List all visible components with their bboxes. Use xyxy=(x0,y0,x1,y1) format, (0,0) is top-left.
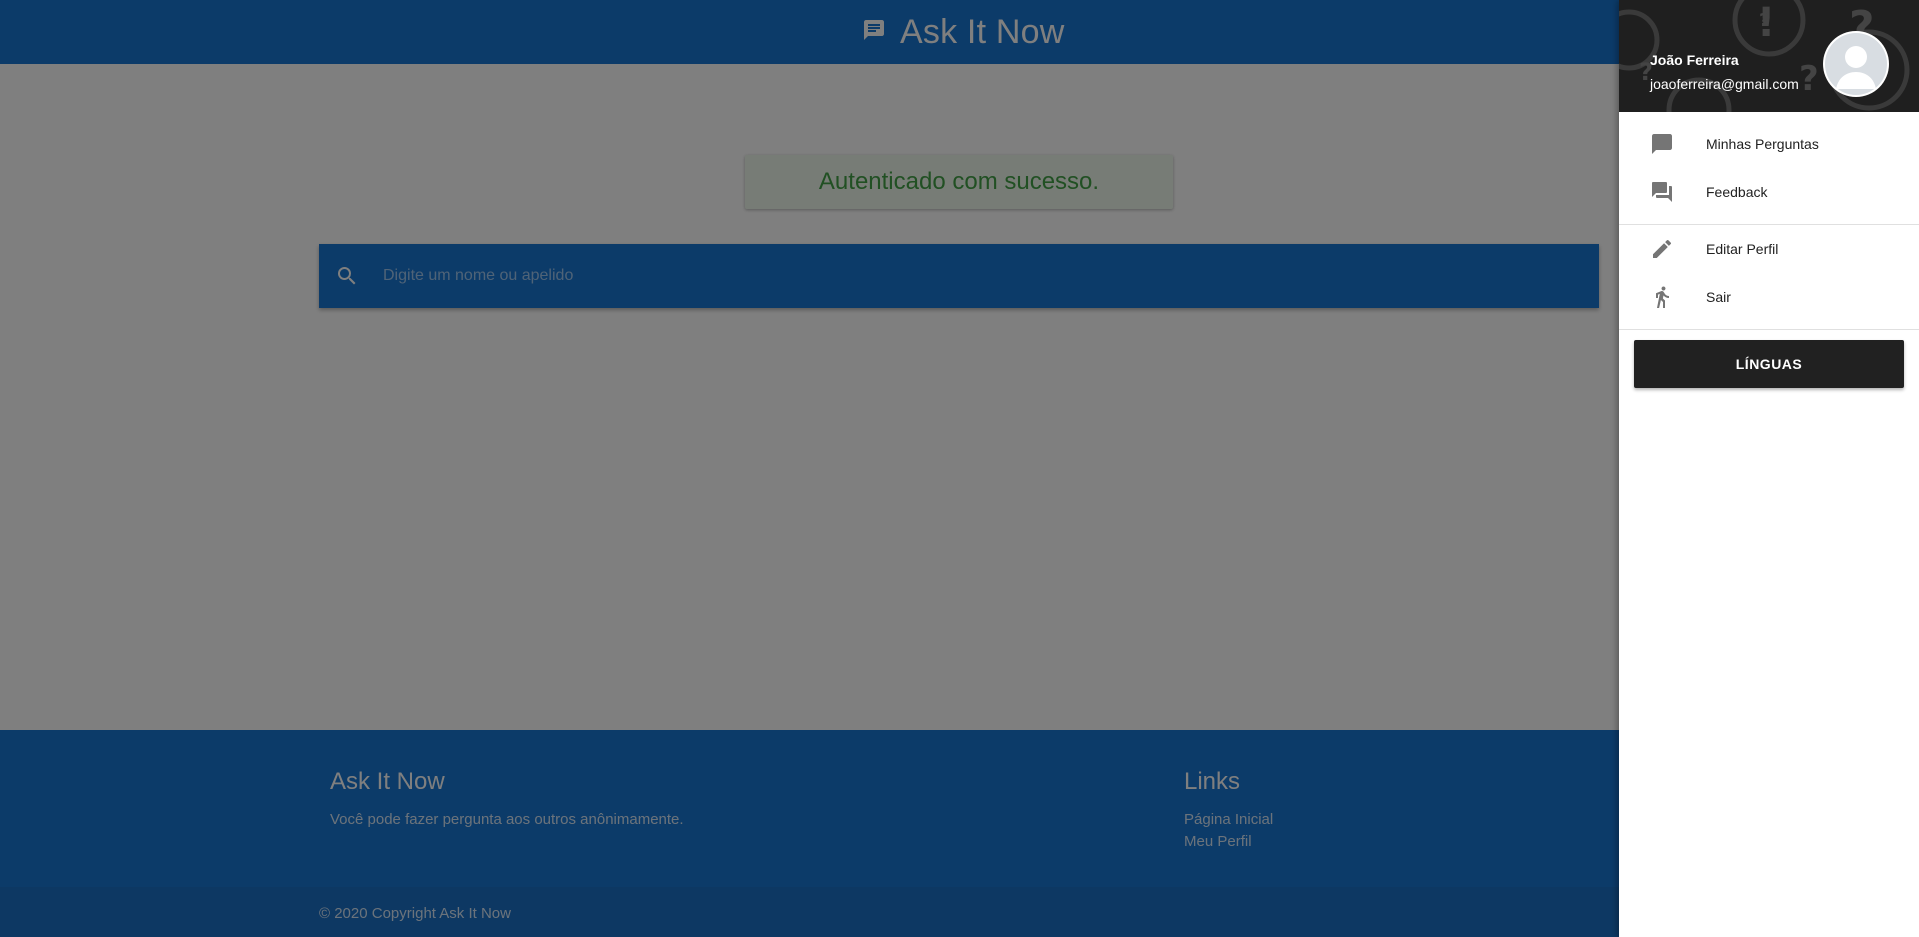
svg-text:?: ? xyxy=(1759,10,1769,31)
menu-divider xyxy=(1619,329,1919,330)
menu-item-edit-profile[interactable]: Editar Perfil xyxy=(1619,225,1919,273)
menu-label: Sair xyxy=(1706,289,1731,305)
menu-label: Minhas Perguntas xyxy=(1706,136,1819,152)
forum-icon xyxy=(1650,180,1674,204)
user-view: ! ? ? ? ? João Ferreira joaoferreira@gma… xyxy=(1619,0,1919,112)
message-icon xyxy=(1650,132,1674,156)
side-drawer: ! ? ? ? ? João Ferreira joaoferreira@gma… xyxy=(1619,0,1919,937)
user-name: João Ferreira xyxy=(1650,52,1739,68)
svg-text:?: ? xyxy=(1799,59,1819,99)
languages-button[interactable]: LÍNGUAS xyxy=(1634,340,1904,388)
user-silhouette-icon xyxy=(1825,33,1887,95)
menu-item-my-questions[interactable]: Minhas Perguntas xyxy=(1619,120,1919,168)
pencil-icon xyxy=(1650,237,1674,261)
user-email: joaoferreira@gmail.com xyxy=(1650,76,1799,92)
menu-label: Feedback xyxy=(1706,184,1768,200)
walk-icon xyxy=(1650,285,1674,309)
menu-label: Editar Perfil xyxy=(1706,241,1779,257)
menu-item-logout[interactable]: Sair xyxy=(1619,273,1919,321)
avatar[interactable] xyxy=(1823,31,1889,97)
menu-item-feedback[interactable]: Feedback xyxy=(1619,168,1919,216)
